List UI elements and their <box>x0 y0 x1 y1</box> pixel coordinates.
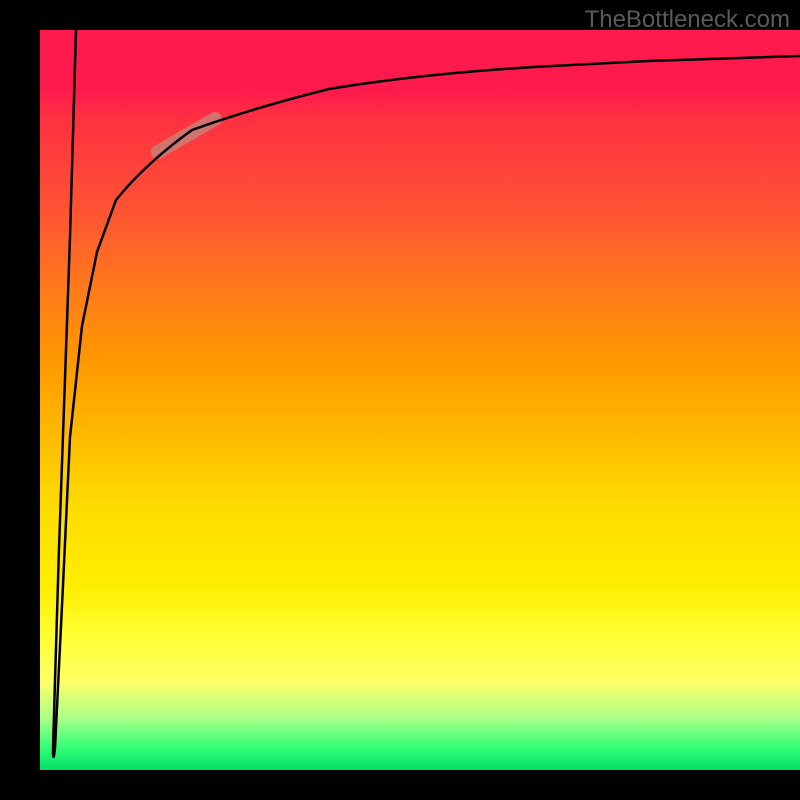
chart-curve-layer <box>40 30 800 770</box>
bottleneck-curve <box>53 30 800 757</box>
watermark-text: TheBottleneck.com <box>585 6 790 34</box>
